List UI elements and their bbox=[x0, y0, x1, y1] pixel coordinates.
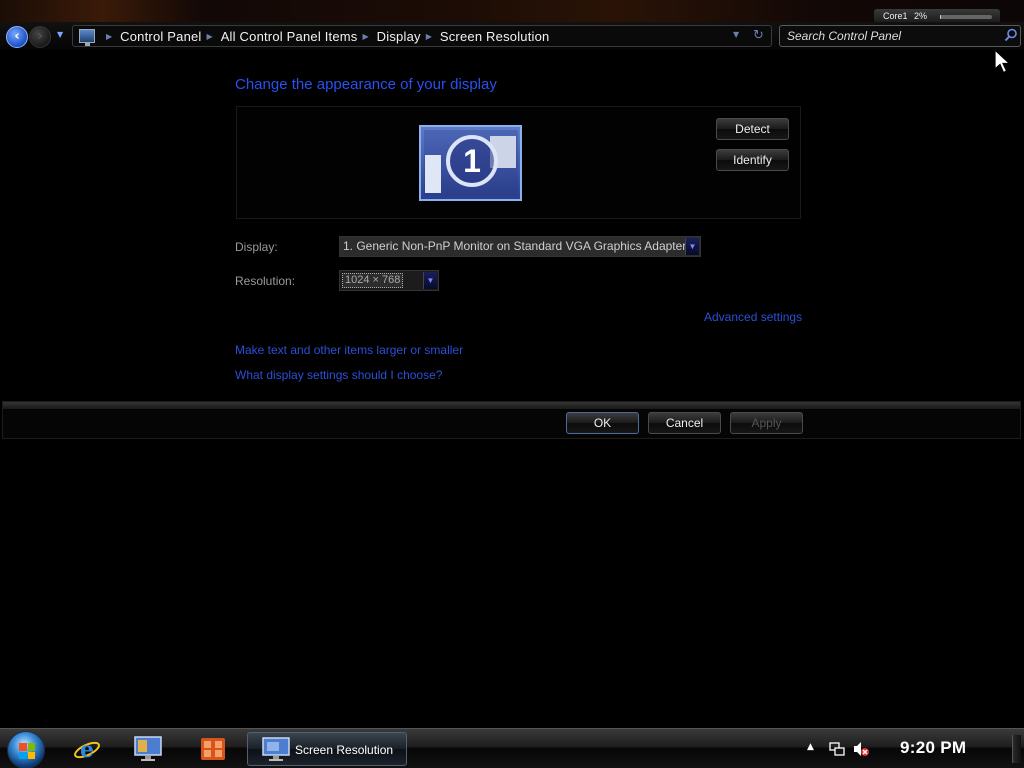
search-input[interactable] bbox=[787, 28, 997, 44]
address-dropdown-icon[interactable]: ▼ bbox=[733, 30, 739, 39]
desktop-wallpaper bbox=[0, 0, 1024, 22]
breadcrumb-separator[interactable]: ▶ bbox=[426, 32, 432, 41]
monitor-number-badge: 1 bbox=[446, 135, 498, 187]
ok-button[interactable]: OK bbox=[566, 412, 639, 434]
breadcrumb-screen-resolution[interactable]: Screen Resolution bbox=[440, 29, 550, 44]
cpu-percent: 2% bbox=[914, 11, 928, 21]
monitor-1-thumbnail[interactable]: 1 bbox=[419, 125, 522, 201]
cpu-usage-fill bbox=[940, 15, 942, 19]
cancel-button[interactable]: Cancel bbox=[648, 412, 721, 434]
refresh-icon[interactable]: ↻ bbox=[753, 28, 764, 43]
resolution-select-value: 1024 × 768 bbox=[342, 273, 404, 288]
action-bar-divider bbox=[3, 402, 1020, 409]
search-icon[interactable] bbox=[1004, 28, 1018, 42]
display-help-link[interactable]: What display settings should I choose? bbox=[235, 368, 442, 382]
advanced-settings-link[interactable]: Advanced settings bbox=[704, 310, 802, 324]
taskbar-window-screen-resolution[interactable]: Screen Resolution bbox=[247, 732, 407, 766]
volume-muted-icon[interactable] bbox=[852, 740, 870, 758]
start-button[interactable] bbox=[7, 731, 45, 768]
identify-button[interactable]: Identify bbox=[716, 149, 789, 171]
navigation-bar: ‹ › ▼ ▶ Control Panel ▶ All Control Pane… bbox=[0, 22, 1024, 50]
cpu-label: Core1 bbox=[883, 11, 908, 21]
resolution-label: Resolution: bbox=[235, 274, 296, 288]
breadcrumb-display[interactable]: Display bbox=[377, 29, 421, 44]
windows-logo-icon bbox=[19, 743, 35, 759]
display-settings-icon bbox=[262, 737, 290, 761]
network-icon[interactable] bbox=[829, 741, 845, 757]
control-panel-icon bbox=[79, 29, 95, 46]
preview-sidebar bbox=[425, 155, 441, 193]
taskbar-window-label: Screen Resolution bbox=[295, 743, 394, 757]
back-button[interactable]: ‹ bbox=[6, 26, 28, 48]
show-hidden-icons-icon[interactable]: ▲ bbox=[807, 742, 814, 752]
breadcrumb-all-items[interactable]: All Control Panel Items bbox=[221, 29, 358, 44]
page-title: Change the appearance of your display bbox=[235, 76, 497, 93]
display-select[interactable]: 1. Generic Non-PnP Monitor on Standard V… bbox=[339, 236, 701, 257]
search-box[interactable] bbox=[779, 25, 1021, 47]
recent-pages-dropdown[interactable]: ▼ bbox=[57, 30, 63, 39]
chevron-down-icon[interactable]: ▼ bbox=[685, 238, 699, 255]
internet-explorer-icon[interactable]: e bbox=[72, 735, 102, 763]
system-clock[interactable]: 9:20 PM bbox=[900, 738, 966, 758]
detect-button[interactable]: Detect bbox=[716, 118, 789, 140]
display-select-value: 1. Generic Non-PnP Monitor on Standard V… bbox=[343, 239, 687, 253]
show-desktop-button[interactable] bbox=[1012, 735, 1021, 763]
taskbar: e Screen Resolution ▲ 9:20 PM bbox=[0, 728, 1024, 768]
address-bar[interactable]: ▶ Control Panel ▶ All Control Panel Item… bbox=[72, 25, 772, 47]
breadcrumb-control-panel[interactable]: Control Panel bbox=[120, 29, 201, 44]
resolution-select[interactable]: 1024 × 768 ▼ bbox=[339, 270, 439, 291]
dialog-action-bar: OK Cancel Apply bbox=[2, 401, 1021, 439]
mouse-cursor-icon bbox=[994, 49, 1012, 74]
svg-text:e: e bbox=[80, 737, 94, 763]
chevron-down-icon[interactable]: ▼ bbox=[423, 272, 437, 289]
breadcrumb-separator[interactable]: ▶ bbox=[207, 32, 213, 41]
cpu-usage-bar bbox=[940, 15, 992, 19]
breadcrumb-separator[interactable]: ▶ bbox=[106, 32, 112, 41]
forward-button[interactable]: › bbox=[29, 26, 51, 48]
apply-button[interactable]: Apply bbox=[730, 412, 803, 434]
text-size-link[interactable]: Make text and other items larger or smal… bbox=[235, 343, 463, 357]
display-settings-icon[interactable] bbox=[133, 735, 163, 763]
breadcrumb: ▶ Control Panel ▶ All Control Panel Item… bbox=[101, 29, 550, 44]
display-label: Display: bbox=[235, 240, 278, 254]
monitor-preview-panel: 1 Detect Identify bbox=[236, 106, 801, 219]
breadcrumb-separator[interactable]: ▶ bbox=[363, 32, 369, 41]
media-center-icon[interactable] bbox=[198, 735, 228, 763]
